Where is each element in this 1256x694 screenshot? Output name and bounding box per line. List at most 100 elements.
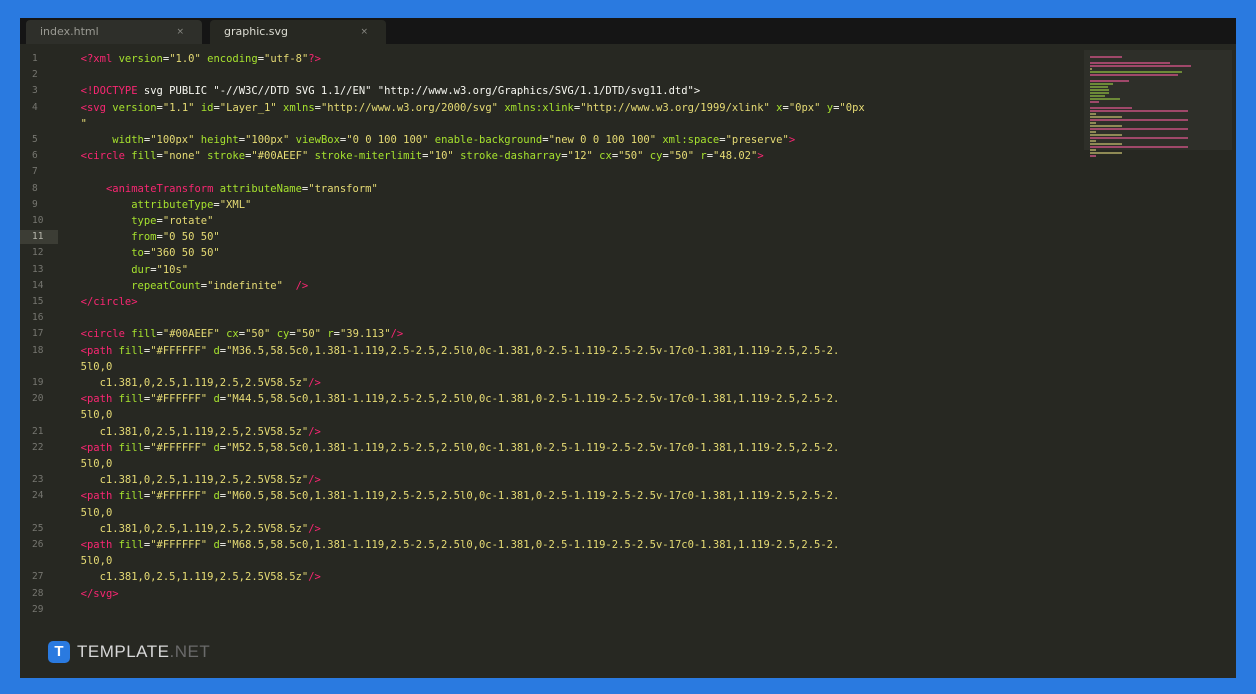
code-line[interactable]: <path fill="#FFFFFF" d="M36.5,58.5c0,1.3… — [68, 344, 840, 358]
code-line[interactable]: <circle fill="none" stroke="#00AEEF" str… — [68, 149, 764, 163]
code-line[interactable]: c1.381,0,2.5,1.119,2.5,2.5V58.5z"/> — [68, 473, 321, 487]
code-token: enable-background — [434, 134, 543, 146]
tab-index-html[interactable]: index.html × — [26, 20, 202, 44]
code-line[interactable]: 5l0,0 — [68, 408, 113, 422]
code-line[interactable]: from="0 50 50" — [68, 230, 220, 244]
minimap-line — [1090, 65, 1191, 67]
code-token: /> — [390, 328, 404, 340]
minimap-line — [1090, 80, 1130, 82]
code-token: "#FFFFFF" — [150, 442, 208, 454]
tab-bar: index.html × graphic.svg × — [20, 18, 1236, 44]
minimap-line — [1090, 146, 1188, 148]
code-line[interactable]: <path fill="#FFFFFF" d="M68.5,58.5c0,1.3… — [68, 538, 840, 552]
close-icon[interactable]: × — [360, 20, 368, 44]
code-token: "M68.5,58.5c0,1.381-1.119,2.5-2.5,2.5l0,… — [226, 539, 840, 551]
code-line[interactable]: <path fill="#FFFFFF" d="M44.5,58.5c0,1.3… — [68, 392, 840, 406]
code-token: "360 50 50" — [150, 247, 220, 259]
code-token: "#FFFFFF" — [150, 345, 208, 357]
code-line[interactable]: width="100px" height="100px" viewBox="0 … — [68, 133, 795, 147]
minimap-line — [1090, 62, 1170, 64]
code-line[interactable]: 5l0,0 — [68, 554, 113, 568]
line-number-gutter: 1 2 3 4 5 6 7 8 9 10 11 12 13 14 15 16 17 18 19 20 21 22 23 24 2… — [20, 52, 60, 678]
code-token: "10s" — [156, 264, 189, 276]
code-token: type — [131, 215, 157, 227]
code-token: cy — [649, 150, 663, 162]
code-token: "50" — [668, 150, 695, 162]
line-number: 17 — [32, 328, 44, 339]
minimap-line — [1090, 113, 1096, 115]
code-line[interactable]: <path fill="#FFFFFF" d="M60.5,58.5c0,1.3… — [68, 489, 840, 503]
code-line[interactable]: c1.381,0,2.5,1.119,2.5,2.5V58.5z"/> — [68, 425, 321, 439]
watermark-text: TEMPLATE.NET — [77, 642, 210, 662]
code-line[interactable]: repeatCount="indefinite" /> — [68, 279, 308, 293]
code-line[interactable]: </svg> — [68, 587, 119, 601]
code-line[interactable]: 5l0,0 — [68, 506, 113, 520]
code-token: c1.381,0,2.5,1.119,2.5,2.5V58.5z" — [99, 571, 309, 583]
code-token: fill — [131, 328, 157, 340]
code-token: <circle — [80, 328, 125, 340]
code-token: "M52.5,58.5c0,1.381-1.119,2.5-2.5,2.5l0,… — [226, 442, 840, 454]
code-line[interactable]: <svg version="1.1" id="Layer_1" xmlns="h… — [68, 101, 865, 115]
code-line[interactable]: 5l0,0 — [68, 457, 113, 471]
code-line[interactable]: attributeType="XML" — [68, 198, 251, 212]
code-line[interactable]: <circle fill="#00AEEF" cx="50" cy="50" r… — [68, 327, 404, 341]
code-line[interactable]: 5l0,0 — [68, 360, 113, 374]
code-line[interactable]: <animateTransform attributeName="transfo… — [68, 182, 378, 196]
code-line[interactable]: " — [68, 117, 87, 131]
code-token: "0 50 50" — [162, 231, 220, 243]
code-line[interactable]: c1.381,0,2.5,1.119,2.5,2.5V58.5z"/> — [68, 570, 321, 584]
code-area[interactable]: <?xml version="1.0" encoding="utf-8"?> <… — [68, 52, 1086, 678]
code-token: <path — [80, 539, 113, 551]
code-token: "12" — [567, 150, 593, 162]
code-token: stroke-dasharray — [460, 150, 562, 162]
code-token: width — [112, 134, 144, 146]
code-line[interactable]: c1.381,0,2.5,1.119,2.5,2.5V58.5z"/> — [68, 376, 321, 390]
line-number: 23 — [32, 474, 44, 485]
line-number — [20, 360, 60, 374]
code-line[interactable]: <!DOCTYPE svg PUBLIC "-//W3C//DTD SVG 1.… — [68, 84, 701, 98]
code-token: </svg> — [80, 588, 119, 600]
code-token: height — [200, 134, 239, 146]
code-token: "0px" — [788, 102, 821, 114]
close-icon[interactable]: × — [176, 20, 184, 44]
code-token: cy — [276, 328, 290, 340]
line-number: 2 — [32, 69, 38, 80]
code-token: fill — [118, 539, 144, 551]
code-line[interactable]: <path fill="#FFFFFF" d="M52.5,58.5c0,1.3… — [68, 441, 840, 455]
minimap-line — [1090, 74, 1178, 76]
minimap-line — [1090, 56, 1122, 58]
code-token: <path — [80, 345, 113, 357]
line-number: 15 — [32, 296, 44, 307]
code-token: "50" — [618, 150, 644, 162]
code-line[interactable]: to="360 50 50" — [68, 246, 220, 260]
code-line[interactable]: dur="10s" — [68, 263, 188, 277]
code-token: version — [118, 53, 163, 65]
tab-graphic-svg[interactable]: graphic.svg × — [210, 20, 386, 44]
minimap-line — [1090, 98, 1121, 100]
code-line[interactable]: </circle> — [68, 295, 138, 309]
code-line[interactable]: <?xml version="1.0" encoding="utf-8"?> — [68, 52, 321, 66]
minimap-line — [1090, 140, 1096, 142]
minimap[interactable] — [1084, 50, 1232, 157]
code-token: from — [131, 231, 157, 243]
line-number: 12 — [32, 247, 44, 258]
line-number: 7 — [32, 166, 38, 177]
code-line[interactable]: type="rotate" — [68, 214, 213, 228]
code-line[interactable]: c1.381,0,2.5,1.119,2.5,2.5V58.5z"/> — [68, 522, 321, 536]
minimap-line — [1090, 134, 1122, 136]
code-token: "10" — [428, 150, 454, 162]
template-logo-icon: T — [48, 641, 70, 663]
